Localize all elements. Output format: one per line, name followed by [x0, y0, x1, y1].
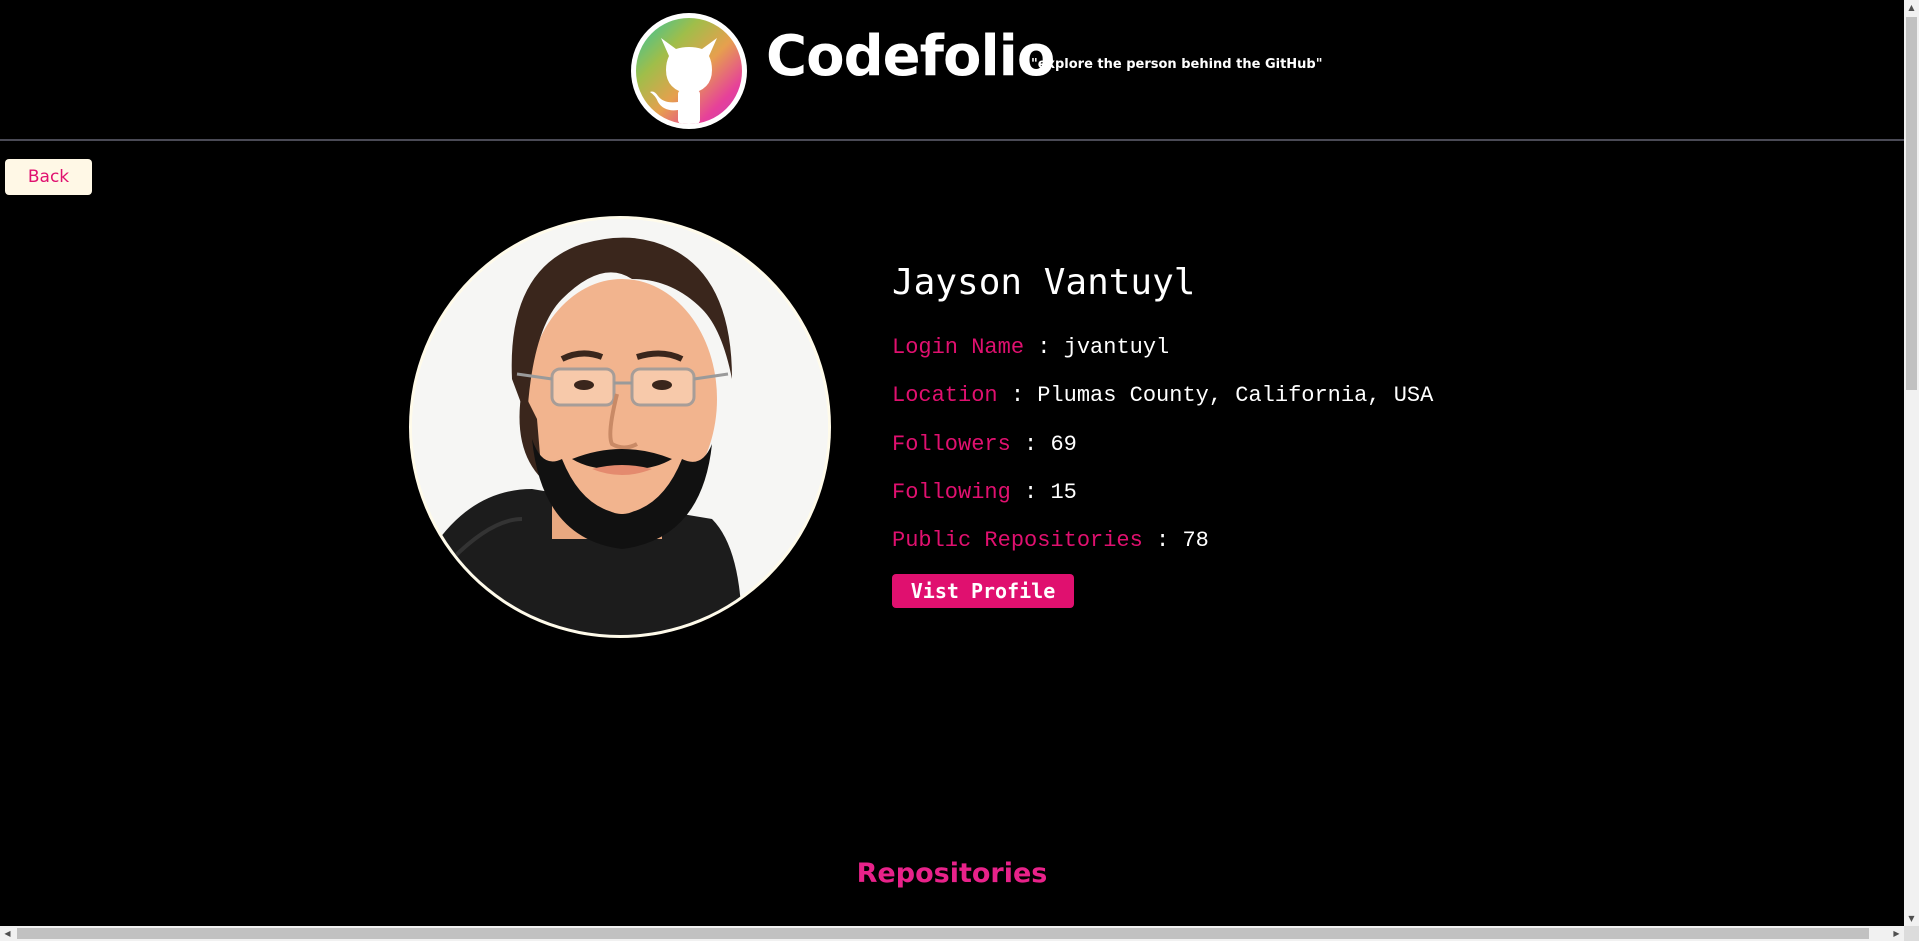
followers-value: 69 [1050, 432, 1077, 457]
scroll-down-arrow-icon[interactable]: ▼ [1904, 911, 1919, 926]
scroll-right-arrow-icon[interactable]: ▶ [1889, 926, 1904, 941]
vertical-scrollbar[interactable]: ▲ ▼ [1904, 0, 1919, 926]
user-avatar-illustration [412, 219, 828, 635]
scroll-up-arrow-icon[interactable]: ▲ [1904, 0, 1919, 15]
following-row: Following : 15 [892, 480, 1077, 505]
repositories-heading: Repositories [856, 858, 1048, 889]
scroll-left-arrow-icon[interactable]: ◀ [0, 926, 15, 941]
login-name-value: jvantuyl [1063, 335, 1170, 360]
location-value: Plumas County, California, USA [1037, 383, 1434, 408]
avatar-image [412, 219, 828, 635]
horizontal-scroll-thumb[interactable] [17, 928, 1869, 939]
location-row: Location : Plumas County, California, US… [892, 383, 1433, 408]
brand-name: Codefolio [766, 24, 1055, 89]
logo [631, 13, 747, 129]
public-repositories-row: Public Repositories : 78 [892, 528, 1209, 553]
logo-badge [636, 18, 742, 124]
public-repositories-label: Public Repositories [892, 528, 1143, 553]
login-name-label: Login Name [892, 335, 1025, 360]
vertical-scroll-thumb[interactable] [1906, 17, 1917, 390]
separator: : [1142, 528, 1183, 553]
login-name-row: Login Name : jvantuyl [892, 335, 1169, 360]
profile-name: Jayson Vantuyl [892, 262, 1196, 303]
back-button[interactable]: Back [5, 159, 92, 195]
separator: : [1010, 432, 1051, 457]
github-octocat-icon [650, 38, 717, 124]
visit-profile-button[interactable]: Vist Profile [892, 574, 1074, 608]
following-label: Following [892, 480, 1011, 505]
separator: : [997, 383, 1038, 408]
tagline: "explore the person behind the GitHub" [1031, 57, 1323, 72]
site-header: Codefolio "explore the person behind the… [0, 0, 1904, 141]
followers-row: Followers : 69 [892, 432, 1077, 457]
separator: : [1010, 480, 1051, 505]
separator: : [1024, 335, 1064, 360]
page: Codefolio "explore the person behind the… [0, 0, 1919, 941]
avatar [409, 216, 831, 638]
following-value: 15 [1050, 480, 1077, 505]
location-label: Location [892, 383, 998, 408]
horizontal-scrollbar[interactable]: ◀ ▶ [0, 926, 1904, 941]
public-repositories-value: 78 [1182, 528, 1209, 553]
scrollbar-corner [1904, 926, 1919, 941]
followers-label: Followers [892, 432, 1011, 457]
